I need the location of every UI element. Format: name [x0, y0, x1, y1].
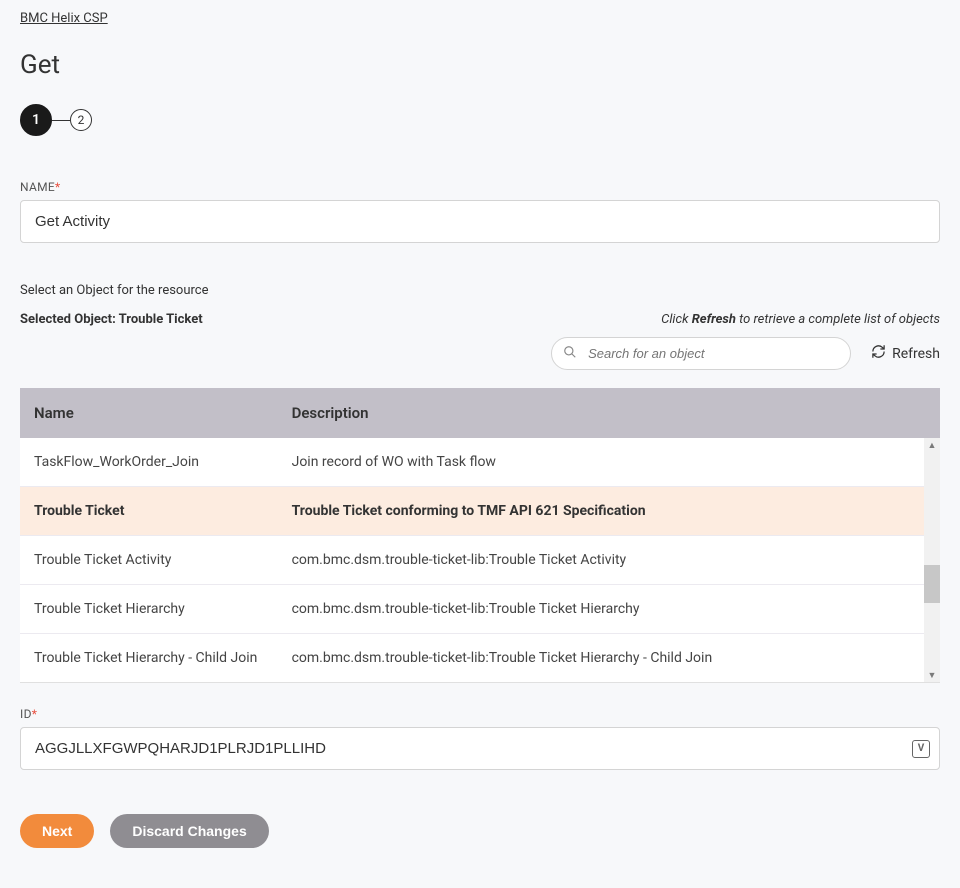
id-label: ID* [20, 707, 940, 721]
id-label-text: ID [20, 707, 32, 721]
scroll-down-icon[interactable]: ▼ [924, 668, 940, 682]
selected-object-prefix: Selected Object: [20, 312, 119, 327]
scroll-up-icon[interactable]: ▲ [924, 438, 940, 452]
scrollbar[interactable]: ▲ ▼ [924, 438, 940, 682]
step-indicator: 1 2 [20, 104, 940, 136]
table-cell-name: Trouble Ticket Activity [20, 536, 278, 585]
refresh-hint-prefix: Click [661, 312, 692, 327]
object-instructions: Select an Object for the resource [20, 283, 209, 298]
table-row[interactable]: TaskFlow_WorkOrder_JoinJoin record of WO… [20, 438, 940, 487]
table-cell-description: com.bmc.dsm.trouble-ticket-lib:Trouble T… [278, 585, 940, 634]
table-cell-name: TaskFlow_WorkOrder_Join [20, 438, 278, 487]
selected-object-line: Selected Object: Trouble Ticket [20, 312, 209, 327]
objects-table: Name Description TaskFlow_WorkOrder_Join… [20, 388, 940, 682]
refresh-hint: Click Refresh to retrieve a complete lis… [661, 312, 940, 327]
table-cell-description: Join record of WO with Task flow [278, 438, 940, 487]
id-input[interactable] [20, 727, 940, 770]
objects-table-container: Name Description TaskFlow_WorkOrder_Join… [20, 388, 940, 683]
refresh-hint-suffix: to retrieve a complete list of objects [736, 312, 940, 327]
discard-button[interactable]: Discard Changes [110, 814, 268, 848]
table-row[interactable]: Trouble Ticket Hierarchycom.bmc.dsm.trou… [20, 585, 940, 634]
variable-icon[interactable]: V [912, 740, 930, 758]
refresh-label: Refresh [892, 346, 940, 362]
name-input[interactable] [20, 200, 940, 243]
table-cell-name: Trouble Ticket Hierarchy - Child Join [20, 634, 278, 683]
table-cell-name: Trouble Ticket [20, 487, 278, 536]
required-star: * [32, 707, 37, 721]
step-2[interactable]: 2 [70, 109, 92, 131]
search-input[interactable] [551, 337, 851, 370]
next-button[interactable]: Next [20, 814, 94, 848]
step-1[interactable]: 1 [20, 104, 52, 136]
table-header-name[interactable]: Name [20, 388, 278, 438]
search-icon [563, 345, 577, 363]
name-label-text: NAME [20, 180, 55, 194]
table-cell-description: com.bmc.dsm.trouble-ticket-lib:Trouble T… [278, 536, 940, 585]
table-row[interactable]: Trouble Ticket Activitycom.bmc.dsm.troub… [20, 536, 940, 585]
table-cell-description: Trouble Ticket conforming to TMF API 621… [278, 487, 940, 536]
refresh-icon [871, 344, 886, 363]
table-cell-description: com.bmc.dsm.trouble-ticket-lib:Trouble T… [278, 634, 940, 683]
breadcrumb[interactable]: BMC Helix CSP [20, 11, 108, 26]
table-header-description[interactable]: Description [278, 388, 940, 438]
refresh-hint-bold: Refresh [692, 312, 736, 327]
scrollbar-thumb[interactable] [924, 565, 940, 603]
table-cell-name: Trouble Ticket Hierarchy [20, 585, 278, 634]
step-connector [52, 120, 70, 121]
page-title: Get [20, 50, 940, 80]
table-row[interactable]: Trouble TicketTrouble Ticket conforming … [20, 487, 940, 536]
name-label: NAME* [20, 180, 940, 194]
refresh-button[interactable]: Refresh [871, 344, 940, 363]
required-star: * [55, 180, 60, 194]
table-row[interactable]: Trouble Ticket Hierarchy - Child Joincom… [20, 634, 940, 683]
selected-object-name: Trouble Ticket [119, 312, 203, 327]
